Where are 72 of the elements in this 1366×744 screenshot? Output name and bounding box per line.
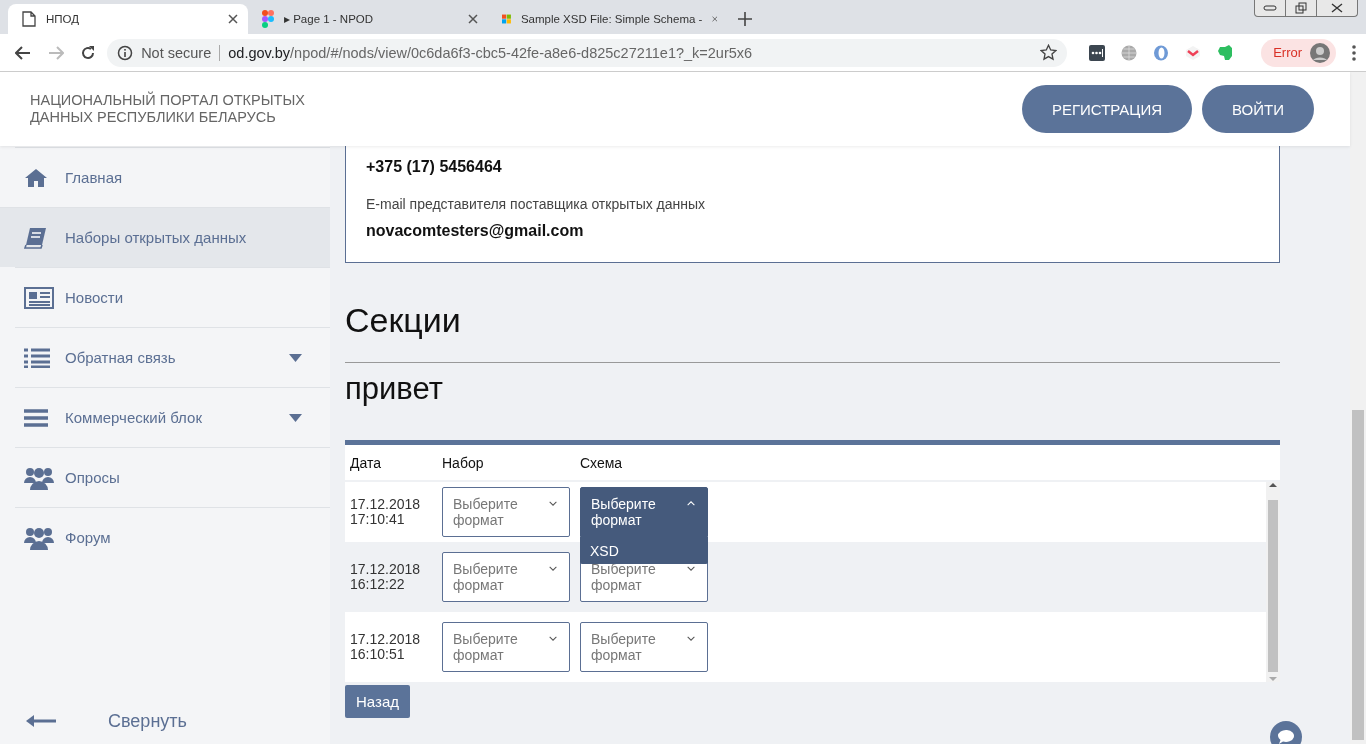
phone-value: +375 (17) 5456464 [366, 158, 503, 176]
date-cell-text: 17.12.2018 16:12:22 [349, 562, 422, 592]
list-icon [24, 347, 50, 368]
email-label: E-mail представителя поставщика открытых данных [366, 196, 707, 212]
sidebar-item[interactable]: Наборы открытых данных [0, 207, 330, 267]
date-cell-text: 17.12.2018 17:10:41 [349, 497, 422, 527]
ring-icon[interactable] [1153, 44, 1170, 61]
page-icon [22, 11, 36, 27]
close-icon[interactable] [1331, 3, 1343, 13]
date-cell-text: 17.12.2018 16:10:51 [349, 632, 422, 662]
minimize-icon[interactable] [1263, 5, 1277, 11]
header-button[interactable]: ВОЙТИ [1202, 85, 1314, 133]
chevron-icon [548, 565, 557, 572]
sidebar-item[interactable]: Опросы [15, 447, 330, 507]
home-icon [24, 167, 48, 188]
reload-icon[interactable] [79, 44, 96, 61]
url-text: od.gov.by/npod/#/nods/view/0c6da6f3-cbc5-42fe-a8e6-d825c27211e1?_k=2ur5x6 [228, 44, 754, 61]
menu-icon[interactable] [1352, 44, 1356, 61]
browser-tab[interactable]: ▸ Page 1 - NPOD [248, 4, 488, 34]
format-select[interactable]: Выберите формат [442, 487, 570, 537]
arrow-left-icon [26, 715, 56, 727]
section-title: привет [345, 371, 444, 407]
browser-tab[interactable]: Sample XSD File: Simple Schema - [488, 4, 728, 34]
close-icon[interactable] [468, 14, 478, 24]
sidebar-item[interactable]: Коммерческий блок [15, 387, 330, 447]
column-header: Дата [349, 454, 382, 471]
chevron-icon [686, 565, 695, 572]
security-label: Not secure [141, 44, 221, 61]
back-button[interactable]: Назад [345, 685, 410, 718]
column-header: Набор [442, 454, 485, 471]
address-bar[interactable]: Not secure od.gov.by/npod/#/nods/view/0c6da6f3-cbc5-42fe-a8e6-d825c27211e1?_k=2ur5x6 [107, 38, 1068, 67]
format-select[interactable]: Выберите формат [442, 622, 570, 672]
figma-logo-icon [262, 10, 274, 28]
close-icon[interactable] [228, 14, 238, 24]
sidebar-item[interactable]: Новости [15, 267, 330, 327]
format-select[interactable]: Выберите формат [580, 622, 708, 672]
profile-button[interactable]: Error [1261, 38, 1336, 67]
pocket-icon[interactable] [1185, 44, 1202, 61]
password-manager-icon[interactable] [1089, 44, 1106, 61]
browser-tab[interactable]: НПОД [8, 4, 248, 34]
format-select[interactable]: Выберите формат [580, 487, 708, 537]
chevron-icon [548, 500, 557, 507]
users-icon [24, 525, 54, 550]
newspaper-icon [24, 286, 54, 309]
menu-icon [24, 407, 48, 428]
star-icon[interactable] [1040, 44, 1058, 61]
column-header: Схема [580, 454, 624, 471]
restore-icon[interactable] [1295, 2, 1307, 14]
section-heading: Секции [345, 301, 1280, 363]
sidebar-item[interactable]: Обратная связь [15, 327, 330, 387]
sidebar-item[interactable]: Форум [15, 507, 330, 567]
chevron-icon [548, 635, 557, 642]
caret-icon [289, 353, 302, 362]
dropdown-option[interactable]: XSD [580, 537, 708, 564]
avatar-icon [1310, 42, 1330, 63]
scroll-up-icon[interactable] [1269, 482, 1277, 488]
email-value: novacomtesters@gmail.com [366, 222, 585, 240]
new-tab-icon[interactable] [738, 12, 752, 26]
page-scrollbar[interactable] [1350, 72, 1366, 744]
header-button[interactable]: РЕГИСТРАЦИЯ [1021, 85, 1193, 133]
caret-icon [289, 413, 302, 422]
scrollbar[interactable] [1266, 482, 1280, 682]
chat-icon[interactable] [1270, 721, 1302, 744]
info-icon [117, 44, 134, 61]
portal-title: НАЦИОНАЛЬНЫЙ ПОРТАЛ ОТКРЫТЫХ ДАННЫХ РЕСПУБЛИКИ БЕЛАРУСЬ [30, 92, 306, 126]
back-icon[interactable] [15, 45, 32, 60]
book-icon [24, 226, 48, 249]
chevron-icon [686, 635, 695, 642]
collapse-button[interactable]: Свернуть [0, 698, 330, 744]
users-icon [24, 465, 54, 490]
format-select[interactable]: Выберите формат [442, 552, 570, 602]
chevron-icon [686, 500, 695, 507]
